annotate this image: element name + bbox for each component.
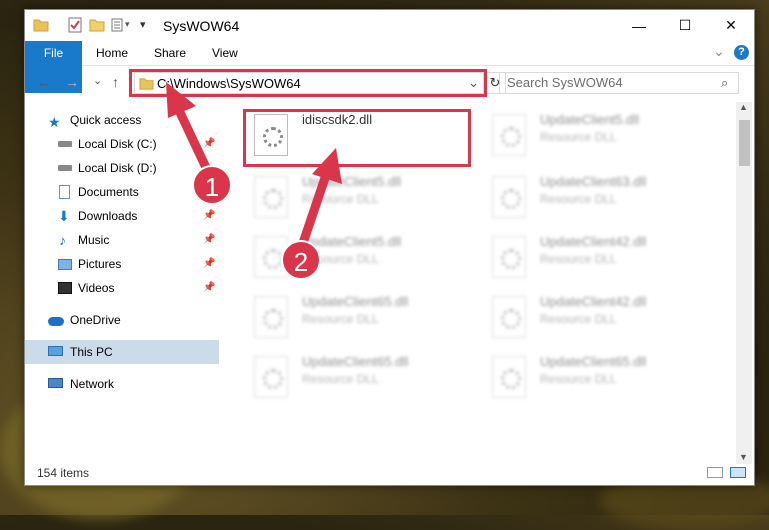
dll-file-icon <box>492 176 526 218</box>
folder-icon <box>33 19 49 32</box>
quick-access-dropdown-icon[interactable]: ▾ <box>140 18 146 31</box>
download-icon: ⬇ <box>58 208 70 224</box>
network-icon <box>48 378 63 388</box>
vertical-scrollbar[interactable]: ▲ ▼ <box>736 102 752 464</box>
dll-file-icon <box>254 296 288 338</box>
computer-icon <box>48 346 63 356</box>
music-icon: ♪ <box>59 232 66 248</box>
pictures-icon <box>58 259 72 270</box>
file-highlight <box>243 109 471 167</box>
ribbon-expand-icon[interactable]: ⌄ <box>713 43 725 60</box>
documents-icon <box>59 185 70 199</box>
drive-icon <box>58 165 72 171</box>
dll-file-icon <box>492 356 526 398</box>
sidebar-item-videos[interactable]: Videos 📌 <box>25 276 219 300</box>
ribbon: File Home Share View ⌄ ? <box>25 41 754 93</box>
back-icon[interactable]: ← <box>37 74 51 90</box>
up-icon[interactable]: ↑ <box>112 74 119 90</box>
file-item[interactable]: UpdateClient5.dll Resource DLL <box>240 230 470 282</box>
sidebar-item-local-disk-d[interactable]: Local Disk (D:) <box>25 156 219 180</box>
file-item[interactable]: UpdateClient63.dll Resource DLL <box>478 170 708 222</box>
status-bar: 154 items <box>25 462 754 484</box>
file-item[interactable]: UpdateClient42.dll Resource DLL <box>478 290 708 342</box>
toolbar-dropdown-icon[interactable]: ▾ <box>125 19 130 30</box>
dll-file-icon <box>254 176 288 218</box>
drive-icon <box>58 141 72 147</box>
close-button[interactable]: ✕ <box>708 10 754 41</box>
help-icon[interactable]: ? <box>734 45 749 60</box>
pin-icon[interactable]: 📌 <box>203 252 215 276</box>
sidebar-item-documents[interactable]: Documents 📌 <box>25 180 219 204</box>
minimize-button[interactable]: — <box>616 10 662 41</box>
sidebar-item-network[interactable]: Network <box>25 372 219 396</box>
scroll-down-icon[interactable]: ▼ <box>739 452 748 462</box>
pin-icon[interactable]: 📌 <box>203 276 215 300</box>
scroll-up-icon[interactable]: ▲ <box>739 102 748 112</box>
address-highlight <box>129 69 487 97</box>
recent-locations-icon[interactable]: ⌄ <box>93 74 102 87</box>
large-icons-view-icon[interactable] <box>730 467 746 478</box>
sidebar-item-downloads[interactable]: ⬇ Downloads 📌 <box>25 204 219 228</box>
file-item[interactable]: UpdateClient65.dll Resource DLL <box>240 350 470 402</box>
step-1-badge: 1 <box>192 165 232 205</box>
pin-icon[interactable]: 📌 <box>203 132 215 156</box>
file-item[interactable]: UpdateClient42.dll Resource DLL <box>478 230 708 282</box>
sidebar-item-quick-access[interactable]: ★ Quick access <box>25 108 219 132</box>
details-view-icon[interactable] <box>707 467 723 478</box>
properties-icon[interactable] <box>67 17 83 33</box>
tab-home[interactable]: Home <box>96 41 128 65</box>
new-folder-icon[interactable] <box>89 17 105 33</box>
dll-file-icon <box>492 296 526 338</box>
star-icon: ★ <box>48 114 61 130</box>
explorer-window: ▾ ▾ SysWOW64 — ☐ ✕ File Home Share View … <box>24 9 755 486</box>
dll-file-icon <box>492 114 526 156</box>
tab-share[interactable]: Share <box>154 41 186 65</box>
sidebar-item-music[interactable]: ♪ Music 📌 <box>25 228 219 252</box>
window-title: SysWOW64 <box>163 18 240 34</box>
sidebar-item-this-pc[interactable]: This PC <box>25 340 219 364</box>
file-item[interactable]: UpdateClient5.dll Resource DLL <box>478 108 708 160</box>
title-bar: ▾ ▾ SysWOW64 — ☐ ✕ <box>25 10 754 41</box>
file-item[interactable]: UpdateClient65.dll Resource DLL <box>478 350 708 402</box>
sidebar-item-local-disk-c[interactable]: Local Disk (C:) 📌 <box>25 132 219 156</box>
forward-icon[interactable]: → <box>65 74 79 90</box>
sidebar-item-pictures[interactable]: Pictures 📌 <box>25 252 219 276</box>
step-2-badge: 2 <box>281 240 321 280</box>
pin-icon[interactable]: 📌 <box>203 204 215 228</box>
navigation-pane: ★ Quick access Local Disk (C:) 📌 Local D… <box>25 102 219 462</box>
pin-icon[interactable]: 📌 <box>203 228 215 252</box>
dll-file-icon <box>254 356 288 398</box>
item-count: 154 items <box>37 466 90 480</box>
videos-icon <box>58 282 72 294</box>
scroll-thumb[interactable] <box>739 120 750 166</box>
file-item[interactable]: UpdateClient65.dll Resource DLL <box>240 290 470 342</box>
sidebar-item-onedrive[interactable]: OneDrive <box>25 308 219 332</box>
cloud-icon <box>48 317 64 326</box>
search-input[interactable]: Search SysWOW64 <box>499 72 739 94</box>
tab-view[interactable]: View <box>212 41 238 65</box>
maximize-button[interactable]: ☐ <box>662 10 708 41</box>
file-item[interactable]: UpdateClient5.dll Resource DLL <box>240 170 470 222</box>
dll-file-icon <box>492 236 526 278</box>
search-icon: ⌕ <box>721 75 729 90</box>
